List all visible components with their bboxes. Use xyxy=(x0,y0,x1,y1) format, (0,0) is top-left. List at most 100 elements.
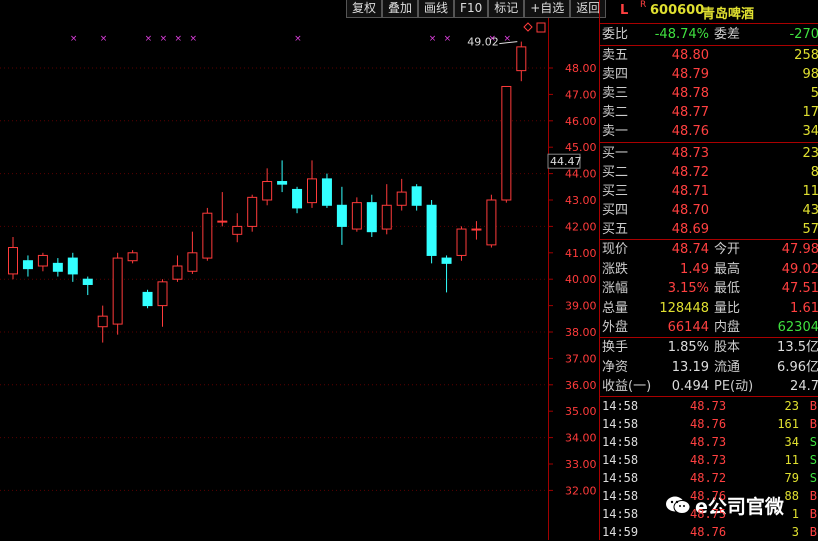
current-price-label: 44.47 xyxy=(550,155,582,168)
candle-body[interactable] xyxy=(262,181,273,201)
tick-price: 48.73 xyxy=(690,399,727,413)
price-tick-label: 39.00 xyxy=(565,300,597,313)
candle-body[interactable] xyxy=(157,281,168,307)
candle-body[interactable] xyxy=(232,225,243,235)
candle-body[interactable] xyxy=(247,196,258,227)
candle-body[interactable] xyxy=(351,202,362,230)
candle-body[interactable] xyxy=(396,191,407,206)
bid-label: 买一 xyxy=(602,146,629,161)
bid-row[interactable]: 买一 48.73 23 xyxy=(600,144,818,163)
candle-body[interactable] xyxy=(8,247,18,275)
tick-price: 48.75 xyxy=(690,507,727,521)
ask-volume: 5 xyxy=(810,86,818,101)
candle-body[interactable] xyxy=(307,178,317,204)
candle-body[interactable] xyxy=(321,178,332,206)
tick-time: 14:58 xyxy=(602,471,639,485)
ask-row[interactable]: 卖二 48.77 17 xyxy=(600,103,818,122)
high-price-label: 49.02 xyxy=(467,36,499,49)
tick-price: 48.72 xyxy=(690,471,727,485)
bid-label: 买二 xyxy=(602,165,629,180)
toolbar-button-2[interactable]: 画线 xyxy=(418,0,455,18)
tick-volume: 34 xyxy=(784,435,799,449)
diamond-icon[interactable] xyxy=(523,22,533,32)
tick-row: 14:58 48.73 23 B xyxy=(600,397,818,415)
candle-body[interactable] xyxy=(277,181,288,185)
candle-body[interactable] xyxy=(456,228,467,256)
candle-body[interactable] xyxy=(142,291,153,307)
candle-body[interactable] xyxy=(202,212,213,259)
candle-body[interactable] xyxy=(381,204,392,230)
candle-body[interactable] xyxy=(486,199,497,246)
candle-body[interactable] xyxy=(187,252,198,272)
event-marker[interactable]: × xyxy=(444,34,452,44)
bid-row[interactable]: 买三 48.71 11 xyxy=(600,182,818,201)
event-marker[interactable]: × xyxy=(70,34,78,44)
price-tick-label: 41.00 xyxy=(565,247,597,260)
tick-side: S xyxy=(809,435,817,449)
order-ratio-row: 委比 -48.74% 委差 -270 xyxy=(600,25,818,44)
event-marker[interactable]: × xyxy=(100,34,108,44)
ask-volume: 258 xyxy=(794,48,818,63)
flag-label: L xyxy=(620,3,629,18)
event-marker[interactable]: × xyxy=(160,34,168,44)
ask-label: 卖一 xyxy=(602,124,629,139)
stat-label: 总量 xyxy=(602,300,629,316)
fund-value: 1.85% xyxy=(667,340,709,355)
tick-time: 14:59 xyxy=(602,525,639,539)
candle-body[interactable] xyxy=(217,220,228,223)
candle-body[interactable] xyxy=(411,186,422,206)
candle-body[interactable] xyxy=(516,46,527,72)
event-marker[interactable]: × xyxy=(429,34,437,44)
stat-value: 1.49 xyxy=(680,261,709,277)
candle-body[interactable] xyxy=(471,228,482,231)
toolbar-button-5[interactable]: +自选 xyxy=(524,0,571,18)
candle-body[interactable] xyxy=(127,252,138,262)
candle-body[interactable] xyxy=(22,260,33,270)
candle-body[interactable] xyxy=(292,188,303,209)
bid-row[interactable]: 买五 48.69 57 xyxy=(600,220,818,239)
candle-body[interactable] xyxy=(366,202,377,233)
tick-volume: 161 xyxy=(777,417,799,431)
event-marker[interactable]: × xyxy=(294,34,302,44)
flag-sup: R xyxy=(640,0,647,10)
candle-body[interactable] xyxy=(336,204,347,227)
ask-row[interactable]: 卖五 48.80 258 xyxy=(600,46,818,65)
ask-row[interactable]: 卖三 48.78 5 xyxy=(600,84,818,103)
candle-body[interactable] xyxy=(97,315,108,328)
toolbar-button-1[interactable]: 叠加 xyxy=(382,0,419,18)
candle-body[interactable] xyxy=(172,265,183,280)
toolbar-button-4[interactable]: 标记 xyxy=(488,0,525,18)
stock-title: L R 600600 青岛啤酒 xyxy=(600,0,818,22)
candle-body[interactable] xyxy=(112,257,123,325)
candle-body[interactable] xyxy=(441,257,452,264)
ask-label: 卖二 xyxy=(602,105,629,120)
bid-volume: 8 xyxy=(810,165,818,180)
toolbar-button-3[interactable]: F10 xyxy=(454,0,489,18)
candle-body[interactable] xyxy=(426,204,437,256)
event-marker[interactable]: × xyxy=(145,34,153,44)
candle-body[interactable] xyxy=(52,262,63,272)
bid-row[interactable]: 买四 48.70 43 xyxy=(600,201,818,220)
fund-label-2: 股本 xyxy=(714,340,741,355)
candle-body[interactable] xyxy=(82,278,93,285)
event-marker[interactable]: × xyxy=(175,34,183,44)
event-marker[interactable]: × xyxy=(190,34,198,44)
toolbar-button-0[interactable]: 复权 xyxy=(346,0,383,18)
diff-value: -270 xyxy=(789,27,818,42)
ask-row[interactable]: 卖一 48.76 34 xyxy=(600,122,818,141)
stat-row: 现价 48.74 今开 47.98 xyxy=(600,240,818,259)
candle-body[interactable] xyxy=(67,257,78,275)
bid-price: 48.71 xyxy=(671,184,709,199)
ask-row[interactable]: 卖四 48.79 98 xyxy=(600,65,818,84)
bid-row[interactable]: 买二 48.72 8 xyxy=(600,163,818,182)
candle-body[interactable] xyxy=(37,254,48,267)
window-icon[interactable] xyxy=(536,22,546,33)
stat-label: 现价 xyxy=(602,242,629,257)
price-tick-label: 36.00 xyxy=(565,379,597,392)
bid-volume: 43 xyxy=(802,203,818,218)
tick-row: 14:58 48.73 34 S xyxy=(600,433,818,451)
stat-row: 涨幅 3.15% 最低 47.51 xyxy=(600,279,818,298)
candle-body[interactable] xyxy=(501,85,512,201)
stock-name: 青岛啤酒 xyxy=(702,7,755,22)
kline-chart[interactable]: 48.00 47.00 46.00 45.00 44.00 43.00 42.00 41.00… xyxy=(0,18,600,540)
